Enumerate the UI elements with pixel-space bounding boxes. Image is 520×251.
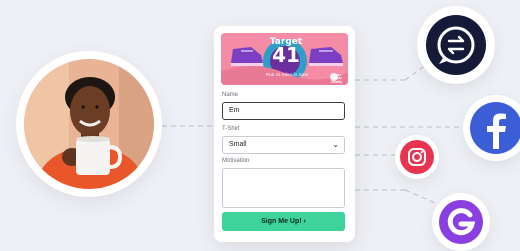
chevron-down-icon: ⌄ xyxy=(332,140,339,149)
name-value: Em xyxy=(229,107,240,114)
banner-brand: Target Cancer Charity xyxy=(331,73,342,84)
g-integration-badge xyxy=(432,193,490,251)
chat-arrows-icon xyxy=(426,15,486,75)
instagram-integration-badge xyxy=(395,135,439,179)
name-label: Name xyxy=(222,92,239,98)
g-logo-icon xyxy=(439,200,483,244)
tshirt-label: T-Shirt xyxy=(222,126,240,132)
chat-integration-badge xyxy=(417,6,495,84)
motivation-textarea[interactable] xyxy=(222,168,345,208)
banner-tagline: Run 41 miles in June xyxy=(265,72,309,77)
motivation-label: Motivation xyxy=(222,158,250,164)
event-banner: Target 41 Run 41 miles in June Target Ca… xyxy=(221,33,348,85)
instagram-icon xyxy=(400,140,434,174)
avatar xyxy=(16,51,162,197)
person-photo xyxy=(24,59,154,189)
tshirt-select[interactable]: Small ⌄ xyxy=(222,136,345,154)
signup-form-card: Target 41 Run 41 miles in June Target Ca… xyxy=(214,26,355,242)
facebook-icon xyxy=(470,102,520,154)
tshirt-value: Small xyxy=(229,141,247,148)
banner-title-number: 41 xyxy=(272,43,300,67)
facebook-integration-badge xyxy=(463,95,520,161)
name-field[interactable]: Em xyxy=(222,102,345,120)
sign-up-button[interactable]: Sign Me Up! › xyxy=(222,212,345,231)
